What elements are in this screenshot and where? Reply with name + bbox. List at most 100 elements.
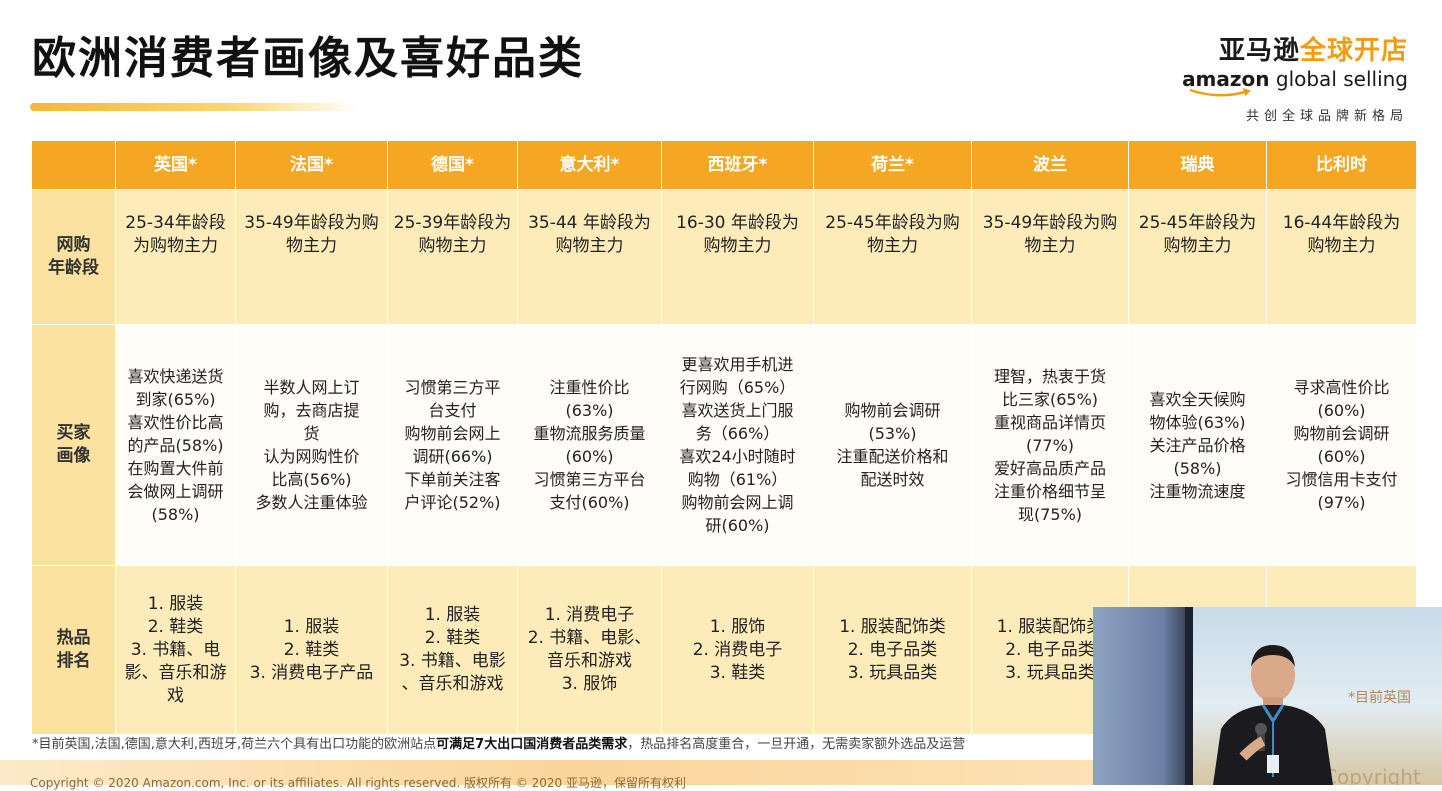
cell-line: 25-34年龄段	[125, 213, 226, 233]
cell-line: 为购物主力	[133, 236, 218, 256]
footnote-text: *目前英国,法国,德国,意大利,西班牙,荷兰六个具有出口功能的欧洲站点	[32, 737, 437, 752]
cell-line: (63%)	[565, 401, 614, 420]
table-cell: 1. 服装 2. 鞋类 3. 消费电子产品	[235, 565, 388, 735]
table-cell: 更喜欢用手机进 行网购（65%） 喜欢送货上门服 务（66%） 喜欢24小时随时 购物（6…	[661, 324, 814, 566]
table-cell: 寻求高性价比 (60%) 购物前会调研 (60%) 习惯信用卡支付 (97%)	[1266, 324, 1417, 566]
cell-line: 购物主力	[703, 236, 772, 256]
cell-line: 货	[303, 424, 320, 443]
cell-line: 画像	[56, 446, 91, 466]
cell-line: 1. 服饰	[709, 616, 766, 637]
cell-line: 1. 服装配饰类	[839, 616, 946, 637]
cell-line: 购物主力	[418, 236, 487, 256]
cell-line: 2. 鞋类	[147, 616, 204, 637]
amazon-smile-icon	[1189, 88, 1251, 97]
logo-chinese: 亚马逊全球开店	[1182, 30, 1408, 67]
column-header: 荷兰*	[813, 140, 972, 190]
cell-line: 购物前会网上	[404, 424, 501, 443]
cell-line: 注重性价比	[549, 378, 630, 397]
cell-line: 1. 服装	[424, 605, 481, 625]
cell-line: 1. 消费电子	[544, 605, 635, 625]
logo-cn-accent: 全球开店	[1299, 36, 1408, 66]
column-header: 英国*	[115, 140, 236, 190]
table-cell: 半数人网上订 购，去商店提货认为网购性价 比高(56%) 多数人注重体验	[235, 324, 388, 566]
cell-line: 下单前关注客	[404, 470, 501, 489]
table-cell: 理智，热衷于货 比三家(65%) 重视商品详情页 (77%) 爱好高品质产品 注重价格细节…	[971, 324, 1129, 566]
cell-line: 支付(60%)	[549, 493, 630, 512]
cell-line: 2. 书籍、电影、	[527, 628, 652, 648]
cell-line: 2. 鞋类	[283, 639, 340, 660]
column-header: 德国*	[387, 140, 518, 190]
cell-line: 多数人注重体验	[255, 493, 368, 512]
cell-line: 爱好高品质产品	[993, 458, 1106, 478]
cell-line: 喜欢快递送货	[127, 366, 224, 386]
cell-line: 1. 服装	[283, 616, 340, 637]
speaker-figure	[1213, 645, 1333, 785]
table-row-buyer-profile: 买家 画像 喜欢快递送货 到家(65%) 喜欢性价比高 的产品(58%) 在购置大件前 会做…	[31, 324, 1417, 566]
cell-line: 会做网上调研	[127, 481, 224, 501]
cell-line: (53%)	[868, 424, 917, 443]
cell-line: 排名	[56, 651, 91, 671]
cell-line: (77%)	[1025, 435, 1075, 455]
speaker-video-overlay: *目前英国 Copyright	[1093, 607, 1442, 785]
cell-line: 注重配送价格和	[836, 447, 949, 466]
cell-line: 25-45年龄段为	[1138, 213, 1257, 233]
footnote-tail: ，热品排名高度重合，一旦开通，无需卖家额外选品及运营	[627, 737, 966, 752]
header-corner	[31, 140, 116, 190]
cell-line: (58%)	[1173, 458, 1222, 478]
cell-line: 调研(66%)	[412, 447, 493, 466]
table-cell: 25-45年龄段为购物主力	[1128, 189, 1267, 325]
column-header: 比利时	[1266, 140, 1417, 190]
cell-line: 3. 服饰	[561, 674, 618, 694]
cell-line: 物主力	[867, 236, 918, 256]
cell-line: 物主力	[1024, 236, 1076, 256]
cell-line: 物主力	[286, 236, 337, 256]
cell-line: 喜欢全天候购	[1149, 389, 1246, 409]
copyright-text: Copyright © 2020 Amazon.com, Inc. or its…	[30, 776, 686, 790]
cell-line: 35-49年龄段为购	[982, 213, 1118, 233]
cell-line: (60%)	[565, 447, 614, 466]
table-cell: 16-44年龄段为 购物主力	[1266, 189, 1417, 325]
footnote: *目前英国,法国,德国,意大利,西班牙,荷兰六个具有出口功能的欧洲站点可满足7大…	[32, 733, 965, 752]
cell-line: 配送时效	[860, 470, 925, 489]
column-header: 意大利*	[517, 140, 662, 190]
cell-line: (97%)	[1317, 493, 1366, 512]
video-screen-text: *目前英国	[1348, 690, 1411, 706]
cell-line: 喜欢送货上门服	[681, 401, 794, 420]
footnote-bold: 可满足7大出口国消费者品类需求	[436, 737, 628, 752]
cell-line: 购物主力	[1163, 236, 1232, 256]
cell-line: 重视商品详情页	[993, 412, 1106, 432]
table-cell: 25-45年龄段为购物主力	[813, 189, 972, 325]
cell-line: 户评论(52%)	[404, 493, 501, 512]
cell-line: 在购置大件前	[127, 458, 224, 478]
column-header: 波兰	[971, 140, 1129, 190]
cell-line: 务（66%）	[695, 424, 780, 443]
cell-line: 的产品(58%)	[127, 435, 224, 455]
table-cell: 1. 消费电子 2. 书籍、电影、 音乐和游戏 3. 服饰	[517, 565, 662, 735]
table-cell: 1. 服装配饰类 2. 电子品类 3. 玩具品类	[813, 565, 972, 735]
table-cell: 注重性价比 (63%) 重物流服务质量 (60%) 习惯第三方平台 支付(60%)	[517, 324, 662, 566]
table-cell: 25-34年龄段 为购物主力	[115, 189, 236, 325]
table-row-age: 网购 年龄段 25-34年龄段 为购物主力 35-49年龄段为购 物主力 25-39年…	[31, 189, 1417, 325]
cell-line: 注重物流速度	[1149, 481, 1246, 501]
cell-line: 购物主力	[1307, 236, 1376, 256]
cell-line: 25-39年龄段为	[393, 213, 512, 233]
logo-cn-prefix: 亚马逊	[1218, 36, 1300, 66]
cell-line: 2. 鞋类	[424, 628, 481, 648]
cell-line: 网购	[56, 235, 91, 255]
cell-line: 购，去商店提	[263, 401, 360, 420]
cell-line: 3. 消费电子产品	[249, 662, 374, 683]
table-cell: 购物前会调研 (53%) 注重配送价格和 配送时效	[813, 324, 972, 566]
cell-line: 半数人网上订	[263, 378, 360, 397]
cell-line: 3. 书籍、电影	[399, 651, 506, 671]
cell-line: 购物（61%）	[687, 470, 788, 489]
table-cell: 习惯第三方平 台支付 购物前会网上 调研(66%) 下单前关注客 户评论(52%)	[387, 324, 518, 566]
table-cell: 1. 服装 2. 鞋类 3. 书籍、电影、音乐和游戏	[387, 565, 518, 735]
stage-backdrop	[1093, 607, 1193, 785]
cell-line: 2. 电子品类	[847, 639, 938, 660]
cell-line: 重物流服务质量	[533, 424, 646, 443]
cell-line: 25-45年龄段为购	[825, 213, 960, 233]
cell-line: 喜欢性价比高	[127, 412, 224, 432]
logo-slogan: 共创全球品牌新格局	[1245, 109, 1408, 124]
cell-line: 喜欢24小时随时	[679, 447, 796, 466]
cell-line: 到家(65%)	[135, 389, 216, 409]
